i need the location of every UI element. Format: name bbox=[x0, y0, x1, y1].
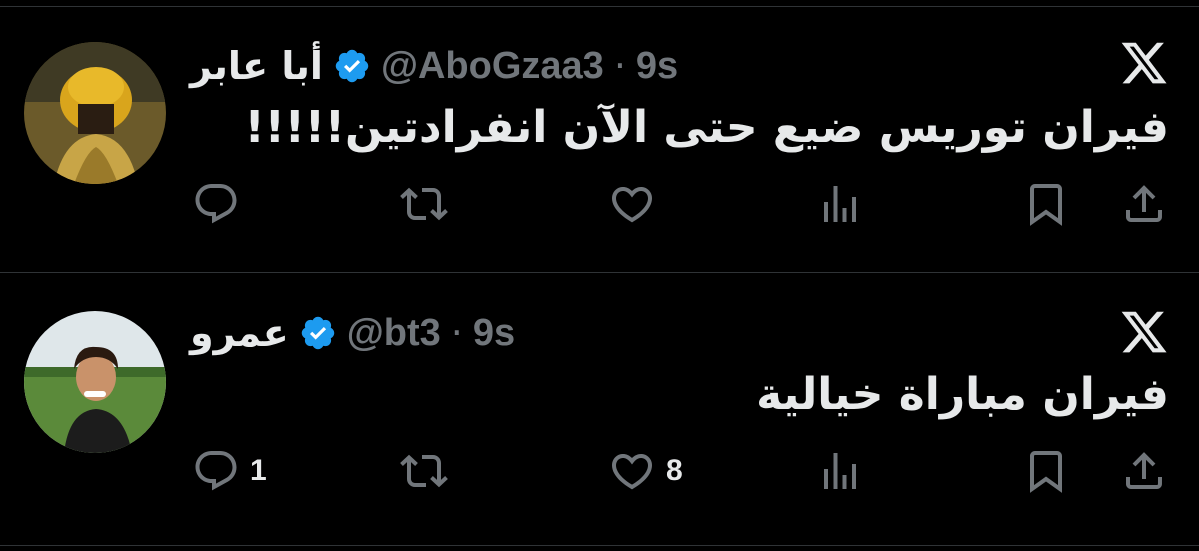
retweet-button[interactable] bbox=[400, 180, 458, 228]
tweet-text: فيران مباراة خيالية bbox=[756, 369, 1169, 420]
display-name[interactable]: عمرو bbox=[190, 311, 289, 355]
views-icon bbox=[824, 186, 856, 222]
user-handle[interactable]: @bt3 bbox=[347, 312, 441, 355]
tweet-time[interactable]: 9s bbox=[636, 45, 678, 88]
bookmark-button[interactable] bbox=[1022, 447, 1070, 495]
views-button[interactable] bbox=[816, 447, 874, 495]
x-logo-icon bbox=[1119, 38, 1169, 88]
tweet-header: عمرو @bt3 · 9s bbox=[190, 303, 515, 363]
separator-dot: · bbox=[613, 44, 626, 88]
retweet-button[interactable] bbox=[400, 447, 458, 495]
views-icon bbox=[824, 453, 856, 489]
x-logo-icon bbox=[1119, 307, 1169, 357]
bottom-divider bbox=[0, 545, 1199, 546]
tweet-header: أبا عابر @AboGzaa3 · 9s bbox=[190, 36, 678, 96]
retweet-icon bbox=[400, 187, 448, 221]
like-count: 8 bbox=[666, 454, 683, 487]
verified-badge-icon bbox=[333, 47, 371, 85]
tweet-1[interactable]: أبا عابر @AboGzaa3 · 9s فيران توريس ضيع … bbox=[0, 0, 1199, 272]
views-button[interactable] bbox=[816, 180, 874, 228]
tweet-2[interactable]: عمرو @bt3 · 9s فيران مباراة خيالية 1 8 bbox=[0, 273, 1199, 545]
share-icon bbox=[1126, 185, 1162, 222]
tweet-text: فيران توريس ضيع حتى الآن انفرادتين!!!!! bbox=[244, 102, 1169, 153]
bookmark-button[interactable] bbox=[1022, 180, 1070, 228]
reply-button[interactable]: 1 bbox=[192, 447, 267, 495]
like-button[interactable]: 8 bbox=[608, 447, 683, 495]
avatar[interactable] bbox=[24, 311, 166, 453]
retweet-icon bbox=[400, 454, 448, 488]
user-handle[interactable]: @AboGzaa3 bbox=[381, 45, 604, 88]
reply-icon bbox=[195, 184, 237, 224]
like-icon bbox=[611, 187, 653, 223]
display-name[interactable]: أبا عابر bbox=[190, 44, 323, 88]
share-icon bbox=[1126, 452, 1162, 489]
like-icon bbox=[611, 454, 653, 490]
bookmark-icon bbox=[1030, 184, 1062, 226]
share-button[interactable] bbox=[1120, 447, 1168, 495]
verified-badge-icon bbox=[299, 314, 337, 352]
tweet-actions bbox=[0, 180, 1199, 240]
share-button[interactable] bbox=[1120, 180, 1168, 228]
avatar[interactable] bbox=[24, 42, 166, 184]
reply-button[interactable] bbox=[192, 180, 250, 228]
tweet-time[interactable]: 9s bbox=[473, 312, 515, 355]
reply-icon bbox=[195, 451, 237, 491]
reply-count: 1 bbox=[250, 454, 267, 487]
bookmark-icon bbox=[1030, 451, 1062, 493]
separator-dot: · bbox=[450, 311, 463, 355]
like-button[interactable] bbox=[608, 180, 666, 228]
tweet-actions: 1 8 bbox=[0, 447, 1199, 507]
